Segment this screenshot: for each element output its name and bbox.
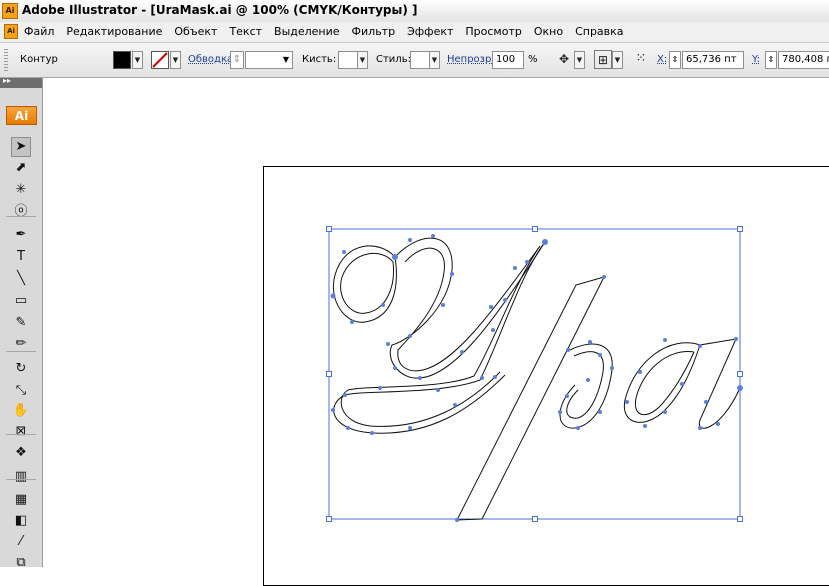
handle-bottom-right <box>737 516 743 522</box>
handle-bottom-left <box>326 516 332 522</box>
handle-middle-left <box>326 371 332 377</box>
bounding-box-handles[interactable] <box>326 226 743 522</box>
handle-top-left <box>326 226 332 232</box>
handle-top-center <box>532 226 538 232</box>
artwork-layer <box>326 226 743 522</box>
handle-top-right <box>737 226 743 232</box>
handle-bottom-center <box>532 516 538 522</box>
selection-bounding-box[interactable] <box>328 228 741 520</box>
lettering-outlines[interactable] <box>333 237 741 521</box>
handle-middle-right <box>737 371 743 377</box>
